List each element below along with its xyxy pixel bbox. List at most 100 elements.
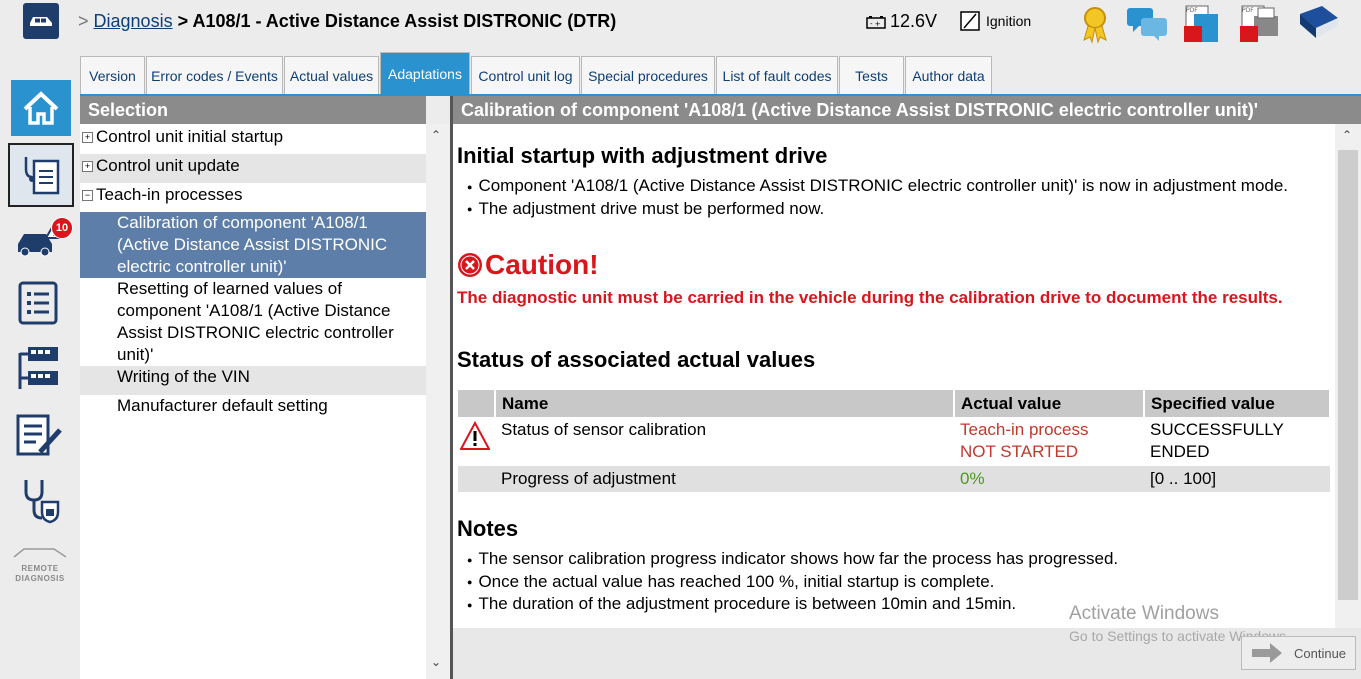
network-topology-button[interactable] [16, 345, 62, 393]
tab-bar: Version Error codes / Events Actual valu… [80, 52, 993, 95]
table-header-specified: Specified value [1144, 390, 1331, 417]
voltage-value: 12.6V [890, 11, 938, 31]
cell-name: Status of sensor calibration [495, 417, 954, 466]
bullet-item: The adjustment drive must be performed n… [467, 198, 1288, 221]
secure-diagnosis-button[interactable] [18, 478, 64, 524]
pdf-print-icon[interactable]: PDF [1238, 4, 1278, 44]
remote-car-icon [13, 548, 67, 558]
manual-book-icon[interactable] [1296, 4, 1338, 44]
caution-heading: Caution! [457, 249, 599, 281]
cell-specified-line2: ENDED [1150, 442, 1210, 461]
breadcrumb-current: > A108/1 - Active Distance Assist DISTRO… [177, 11, 617, 31]
cell-specified: SUCCESSFULLY ENDED [1144, 417, 1330, 466]
remote-label-line2: DIAGNOSIS [15, 574, 65, 583]
section-title-initial-startup: Initial startup with adjustment drive [457, 143, 828, 168]
stethoscope-clipboard-icon [24, 157, 60, 195]
ignition-label: Ignition [986, 13, 1032, 29]
tab-tests[interactable]: Tests [839, 56, 904, 94]
svg-text:PDF: PDF [1242, 7, 1254, 14]
bullet-item: The sensor calibration progress indicato… [467, 548, 1118, 571]
tab-special-procedures[interactable]: Special procedures [581, 56, 715, 94]
scroll-up-arrow-icon[interactable]: ⌃ [1342, 128, 1352, 142]
table-header-actual: Actual value [954, 390, 1145, 417]
section-title-notes: Notes [457, 516, 519, 541]
ignition-icon [960, 11, 980, 31]
tab-control-unit-log[interactable]: Control unit log [471, 56, 580, 94]
continue-button[interactable]: Continue [1241, 636, 1356, 670]
bullet-item: Component 'A108/1 (Active Distance Assis… [467, 175, 1288, 198]
bullet-item: Once the actual value has reached 100 %,… [467, 571, 1118, 594]
home-icon [23, 91, 59, 125]
caution-text: The diagnostic unit must be carried in t… [457, 288, 1283, 307]
award-icon[interactable] [1078, 4, 1118, 44]
table-row: Status of sensor calibration Teach-in pr… [458, 417, 1330, 466]
arrow-right-icon [1252, 643, 1282, 663]
tree-item-writing-vin[interactable]: Writing of the VIN [80, 366, 426, 395]
scroll-up-arrow-icon[interactable]: ⌃ [431, 128, 441, 142]
warning-triangle-icon [459, 420, 491, 450]
detail-header: Calibration of component 'A108/1 (Active… [453, 96, 1361, 124]
tree-item-teach-in-processes[interactable]: − Teach-in processes [80, 183, 426, 212]
remote-label-line1: REMOTE [21, 564, 59, 573]
remote-diagnosis-button[interactable]: REMOTE DIAGNOSIS [12, 545, 68, 585]
edit-tools-button[interactable] [16, 412, 66, 460]
vehicle-icon-button[interactable] [23, 3, 59, 39]
tree-item-label: Control unit initial startup [96, 127, 284, 146]
table-row: Progress of adjustment 0% [0 .. 100] [458, 466, 1330, 492]
cell-name: Progress of adjustment [495, 466, 954, 492]
tree-item-resetting-learned-values[interactable]: Resetting of learned values of component… [80, 278, 426, 366]
home-button[interactable] [11, 80, 71, 136]
list-icon [18, 281, 58, 325]
startup-bullets: Component 'A108/1 (Active Distance Assis… [467, 175, 1288, 220]
fault-count-badge: 10 [51, 217, 73, 239]
battery-voltage: - + 12.6V [866, 11, 937, 32]
breadcrumb-separator: > [78, 11, 89, 31]
cell-actual-line2: NOT STARTED [960, 442, 1079, 461]
tab-author-data[interactable]: Author data [905, 56, 992, 94]
error-circle-icon [458, 253, 482, 277]
tree-item-calibration[interactable]: Calibration of component 'A108/1 (Active… [80, 212, 426, 278]
selection-scrollbar[interactable]: ⌃ ⌄ [426, 124, 450, 679]
messages-icon[interactable] [1125, 4, 1169, 44]
table-header-icon-col [458, 390, 496, 417]
tree-item-control-unit-update[interactable]: + Control unit update [80, 154, 426, 183]
breadcrumb-diagnosis-link[interactable]: Diagnosis [94, 11, 173, 31]
tree-item-label: Control unit update [96, 156, 240, 175]
network-icon [18, 347, 58, 389]
diagnosis-button[interactable] [8, 143, 74, 207]
tab-error-codes[interactable]: Error codes / Events [146, 56, 283, 94]
notes-bullets: The sensor calibration progress indicato… [467, 548, 1118, 616]
continue-label: Continue [1294, 645, 1347, 661]
breadcrumb: > Diagnosis > A108/1 - Active Distance A… [78, 11, 616, 32]
caution-title-text: Caution! [485, 249, 599, 280]
tree-item-manufacturer-default[interactable]: Manufacturer default setting [80, 395, 426, 424]
scroll-down-arrow-icon[interactable]: ⌄ [431, 655, 441, 669]
table-header-name: Name [495, 390, 955, 417]
pdf-document-icon[interactable]: PDF [1182, 4, 1222, 44]
collapse-toggle[interactable]: − [82, 190, 93, 202]
icon-cell [458, 466, 495, 492]
tab-actual-values[interactable]: Actual values [284, 56, 379, 94]
tab-list-of-fault-codes[interactable]: List of fault codes [716, 56, 838, 94]
tree-item-label: Teach-in processes [96, 185, 243, 204]
svg-text:PDF: PDF [1186, 7, 1198, 14]
bullet-item: The duration of the adjustment procedure… [467, 593, 1118, 616]
svg-text:- +: - + [870, 20, 881, 28]
actual-values-table: Name Actual value Specified value Status… [458, 390, 1331, 492]
selection-header: Selection [80, 96, 426, 124]
stethoscope-lock-icon [24, 480, 60, 524]
detail-scrollbar-thumb[interactable] [1338, 150, 1358, 600]
car-icon [30, 17, 52, 26]
expand-toggle[interactable]: + [82, 132, 93, 144]
tab-adaptations[interactable]: Adaptations [380, 52, 470, 95]
tab-version[interactable]: Version [80, 56, 145, 94]
section-title-status: Status of associated actual values [457, 347, 816, 372]
cell-actual-line1: Teach-in process [960, 420, 1089, 439]
ignition-status: Ignition [960, 11, 1031, 31]
activate-windows-watermark: Activate Windows [1069, 603, 1219, 624]
list-view-button[interactable] [18, 281, 60, 327]
expand-toggle[interactable]: + [82, 161, 93, 173]
tree-item-initial-startup[interactable]: + Control unit initial startup [80, 125, 426, 154]
cell-actual: Teach-in process NOT STARTED [954, 417, 1144, 466]
cell-specified-line1: SUCCESSFULLY [1150, 420, 1284, 439]
